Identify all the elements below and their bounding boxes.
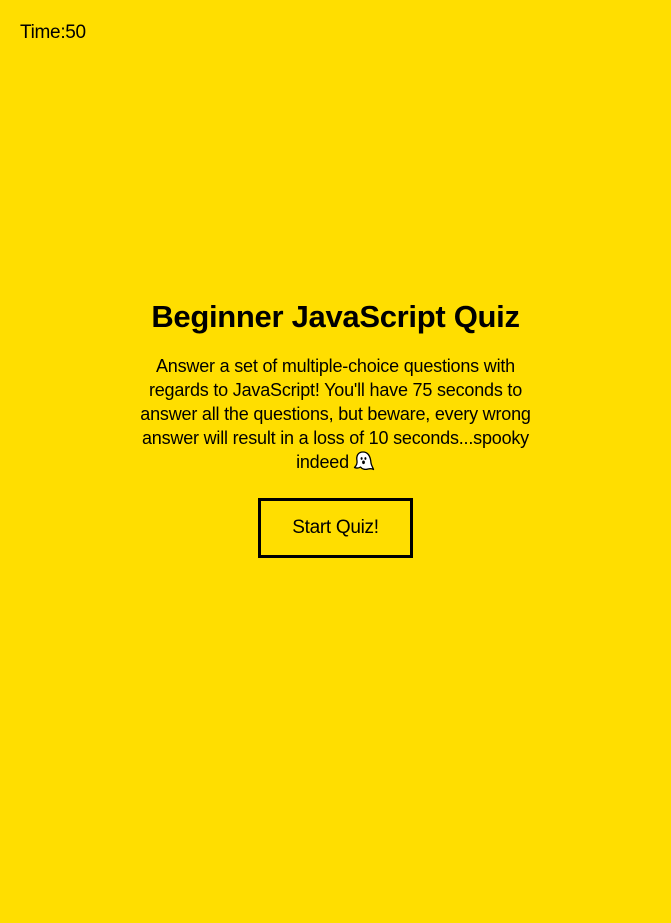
ghost-icon [353,450,375,478]
quiz-description-text: Answer a set of multiple-choice question… [140,356,531,472]
timer-display: Time:50 [20,22,86,43]
start-quiz-button[interactable]: Start Quiz! [258,498,413,558]
quiz-description: Answer a set of multiple-choice question… [136,354,536,478]
quiz-intro: Beginner JavaScript Quiz Answer a set of… [0,298,671,558]
quiz-title: Beginner JavaScript Quiz [151,299,520,334]
